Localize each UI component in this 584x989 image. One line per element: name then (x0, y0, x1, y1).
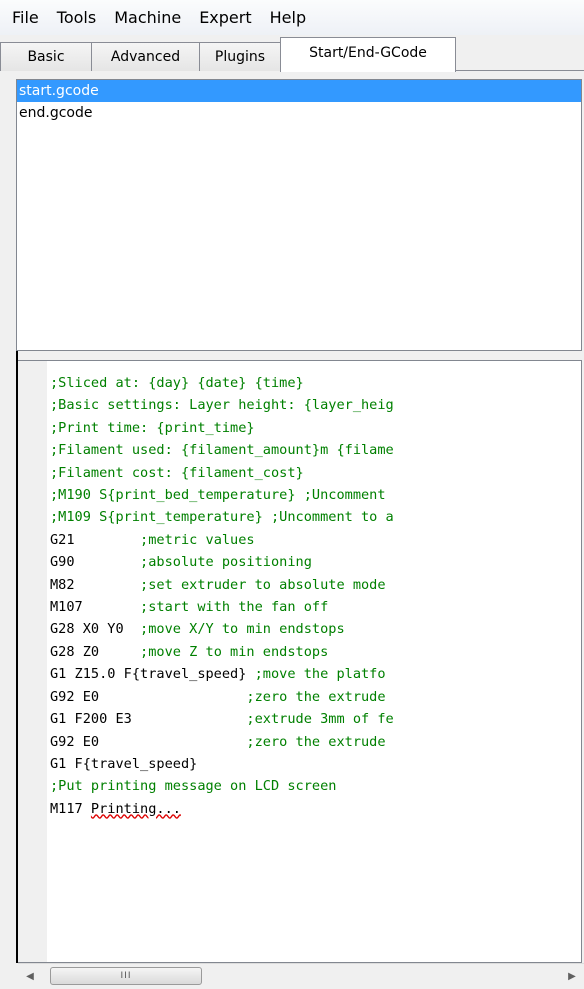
tab-plugins[interactable]: Plugins (199, 42, 281, 71)
file-list-item[interactable]: end.gcode (17, 102, 581, 124)
menu-file[interactable]: File (0, 0, 48, 35)
gcode-file-list[interactable]: start.gcode end.gcode (16, 79, 582, 351)
code-line: G21 ;metric values (50, 531, 255, 548)
menu-machine[interactable]: Machine (105, 0, 190, 35)
scroll-left-arrow-icon[interactable]: ◀ (18, 964, 42, 989)
tab-advanced[interactable]: Advanced (91, 42, 200, 71)
tab-strip: Basic Advanced Plugins Start/End-GCode (0, 35, 584, 72)
editor-left-border (16, 351, 18, 963)
menu-bar: File Tools Machine Expert Help (0, 0, 584, 35)
editor-code[interactable]: ;Sliced at: {day} {date} {time} ;Basic se… (50, 372, 581, 820)
grip-icon: III (120, 971, 132, 981)
code-line: ;Filament cost: {filament_cost} (50, 464, 304, 481)
code-line: G92 E0 ;zero the extrude (50, 688, 386, 705)
tab-start-end-gcode[interactable]: Start/End-GCode (280, 37, 456, 72)
gcode-editor[interactable]: ;Sliced at: {day} {date} {time} ;Basic se… (16, 360, 582, 963)
code-line: M82 ;set extruder to absolute mode (50, 576, 386, 593)
code-line: ;Print time: {print_time} (50, 419, 255, 436)
code-line: G28 Z0 ;move Z to min endstops (50, 643, 329, 660)
code-line: G28 X0 Y0 ;move X/Y to min endstops (50, 621, 345, 638)
file-list-item[interactable]: start.gcode (17, 80, 581, 102)
code-line: G1 Z15.0 F{travel_speed} ;move the platf… (50, 666, 386, 683)
scroll-right-arrow-icon[interactable]: ▶ (560, 964, 584, 989)
code-line: M107 ;start with the fan off (50, 599, 329, 616)
code-line: ;M190 S{print_bed_temperature} ;Uncommen… (50, 487, 394, 504)
menu-expert[interactable]: Expert (190, 0, 260, 35)
code-line: G92 E0 ;zero the extrude (50, 733, 386, 750)
editor-margin (17, 361, 47, 962)
code-line: ;Put printing message on LCD screen (50, 778, 337, 795)
code-line: G90 ;absolute positioning (50, 554, 312, 571)
code-line: G1 F200 E3 ;extrude 3mm of fe (50, 711, 394, 728)
code-line: ;M109 S{print_temperature} ;Uncomment to… (50, 509, 394, 526)
menu-help[interactable]: Help (261, 0, 315, 35)
tab-basic[interactable]: Basic (0, 42, 92, 71)
code-line: G1 F{travel_speed} (50, 755, 198, 772)
horizontal-scrollbar[interactable]: ◀ III ▶ (18, 963, 584, 989)
code-line: ;Sliced at: {day} {date} {time} (50, 375, 304, 391)
menu-tools[interactable]: Tools (48, 0, 105, 35)
code-line: M117 Printing... (50, 800, 181, 817)
code-line: ;Filament used: {filament_amount}m {fila… (50, 442, 394, 459)
scrollbar-thumb[interactable]: III (50, 967, 202, 985)
code-line: ;Basic settings: Layer height: {layer_he… (50, 397, 394, 414)
